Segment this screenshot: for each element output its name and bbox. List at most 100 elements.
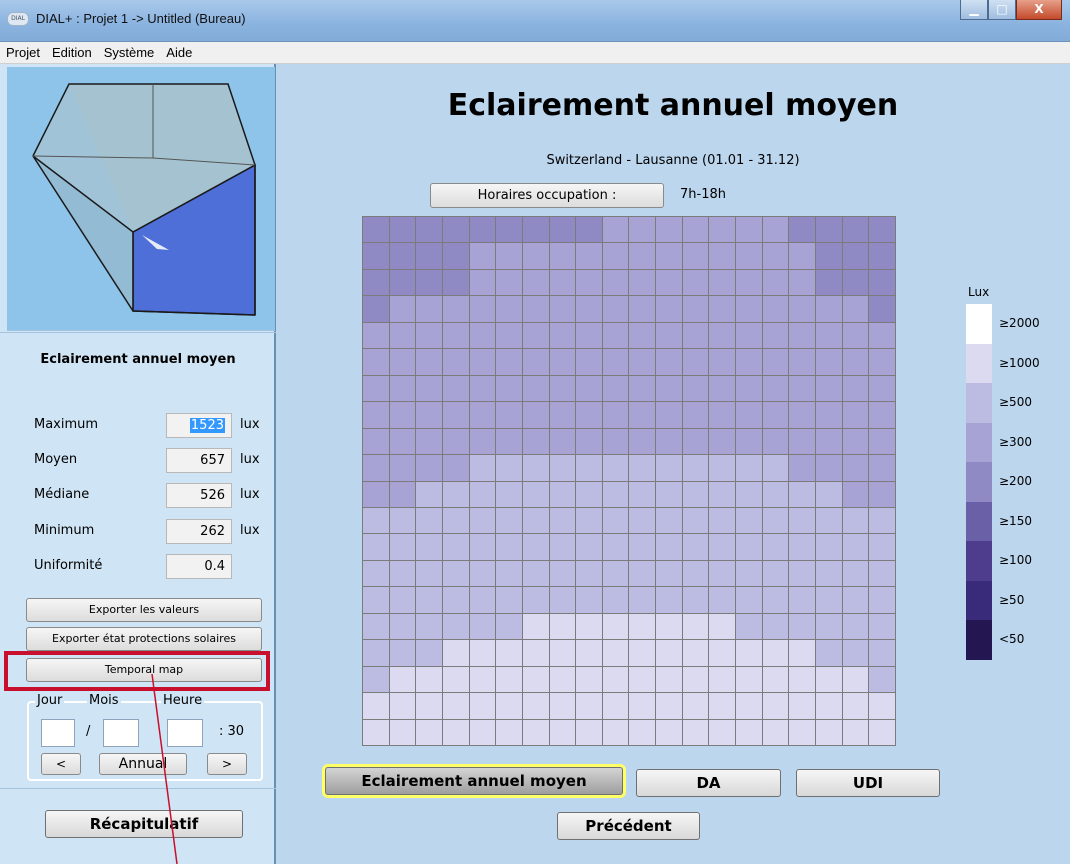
grid-cell xyxy=(442,560,469,587)
previous-day-button[interactable]: < xyxy=(41,753,81,775)
grid-cell xyxy=(469,455,496,481)
grid-cell xyxy=(442,481,469,507)
grid-cell xyxy=(389,613,416,640)
grid-cell xyxy=(576,587,602,613)
grid-cell xyxy=(576,534,602,560)
next-day-button[interactable]: > xyxy=(207,753,247,775)
grid-cell xyxy=(709,402,736,428)
tab-eclairement[interactable]: Eclairement annuel moyen xyxy=(325,767,623,795)
grid-cell xyxy=(762,322,789,349)
grid-cell xyxy=(656,349,682,375)
grid-cell xyxy=(656,217,682,243)
minimum-field[interactable]: 262 xyxy=(166,519,232,544)
horaires-button[interactable]: Horaires occupation : xyxy=(430,183,664,208)
mois-input[interactable] xyxy=(103,719,139,747)
legend-swatch xyxy=(966,422,992,462)
room-3d-preview[interactable] xyxy=(7,67,275,331)
moyen-field[interactable]: 657 xyxy=(166,448,232,473)
grid-cell xyxy=(602,455,629,481)
grid-cell xyxy=(442,296,469,322)
grid-cell xyxy=(602,243,629,269)
legend-title: Lux xyxy=(968,285,990,299)
grid-cell xyxy=(736,481,762,507)
grid-cell xyxy=(576,322,602,349)
grid-cell xyxy=(496,481,522,507)
tab-da[interactable]: DA xyxy=(636,769,781,797)
grid-cell xyxy=(629,587,656,613)
export-values-button[interactable]: Exporter les valeurs xyxy=(26,598,262,622)
grid-cell xyxy=(656,693,682,719)
menu-systeme[interactable]: Système xyxy=(104,45,155,60)
grid-cell xyxy=(629,402,656,428)
grid-cell xyxy=(549,507,576,534)
grid-cell xyxy=(469,719,496,745)
grid-cell xyxy=(522,296,549,322)
minimize-icon[interactable]: ▁ xyxy=(960,0,988,20)
export-protections-button[interactable]: Exporter état protections solaires xyxy=(26,627,262,651)
close-icon[interactable]: X xyxy=(1016,0,1062,20)
uniformite-field[interactable]: 0.4 xyxy=(166,554,232,579)
stat-moyen: Moyen 657 lux xyxy=(34,448,274,474)
grid-cell xyxy=(816,349,842,375)
grid-cell xyxy=(709,243,736,269)
grid-cell xyxy=(442,613,469,640)
grid-cell xyxy=(629,640,656,666)
grid-cell xyxy=(442,269,469,296)
room-box-icon xyxy=(32,83,256,316)
summary-button[interactable]: Récapitulatif xyxy=(45,810,243,838)
grid-cell xyxy=(816,217,842,243)
grid-cell xyxy=(442,693,469,719)
grid-cell xyxy=(629,560,656,587)
grid-cell xyxy=(682,693,709,719)
grid-cell xyxy=(496,428,522,455)
grid-cell xyxy=(416,455,442,481)
legend-label: ≥100 xyxy=(999,553,1032,567)
stat-minimum: Minimum 262 lux xyxy=(34,519,274,545)
grid-cell xyxy=(442,243,469,269)
grid-cell xyxy=(363,349,389,375)
grid-cell xyxy=(629,375,656,402)
legend-item: <50 xyxy=(966,620,1066,660)
menu-aide[interactable]: Aide xyxy=(166,45,192,60)
grid-cell xyxy=(469,375,496,402)
mediane-field[interactable]: 526 xyxy=(166,483,232,508)
grid-cell xyxy=(842,349,869,375)
grid-cell xyxy=(789,693,816,719)
grid-cell xyxy=(496,587,522,613)
jour-input[interactable] xyxy=(41,719,75,747)
grid-cell xyxy=(389,428,416,455)
grid-cell xyxy=(416,666,442,693)
grid-cell xyxy=(522,560,549,587)
grid-cell xyxy=(869,481,895,507)
grid-cell xyxy=(549,560,576,587)
menu-edition[interactable]: Edition xyxy=(52,45,92,60)
grid-cell xyxy=(869,719,895,745)
grid-cell xyxy=(602,534,629,560)
grid-cell xyxy=(736,587,762,613)
grid-cell xyxy=(522,481,549,507)
grid-cell xyxy=(416,613,442,640)
annual-button[interactable]: Annual xyxy=(99,753,187,775)
unit-label: lux xyxy=(240,452,260,467)
menu-projet[interactable]: Projet xyxy=(6,45,40,60)
grid-cell xyxy=(842,322,869,349)
grid-cell xyxy=(682,587,709,613)
grid-cell xyxy=(682,640,709,666)
grid-cell xyxy=(442,719,469,745)
tab-udi[interactable]: UDI xyxy=(796,769,940,797)
grid-cell xyxy=(629,613,656,640)
grid-cell xyxy=(442,375,469,402)
grid-cell xyxy=(416,217,442,243)
grid-cell xyxy=(656,613,682,640)
legend-item: ≥150 xyxy=(966,501,1066,541)
divider xyxy=(0,332,276,333)
previous-button[interactable]: Précédent xyxy=(557,812,700,840)
maximum-field[interactable]: 1523 xyxy=(166,413,232,438)
heure-input[interactable] xyxy=(167,719,203,747)
grid-cell xyxy=(389,534,416,560)
grid-cell xyxy=(549,534,576,560)
grid-cell xyxy=(656,560,682,587)
maximize-icon[interactable]: □ xyxy=(988,0,1016,20)
grid-cell xyxy=(682,666,709,693)
grid-cell xyxy=(762,349,789,375)
